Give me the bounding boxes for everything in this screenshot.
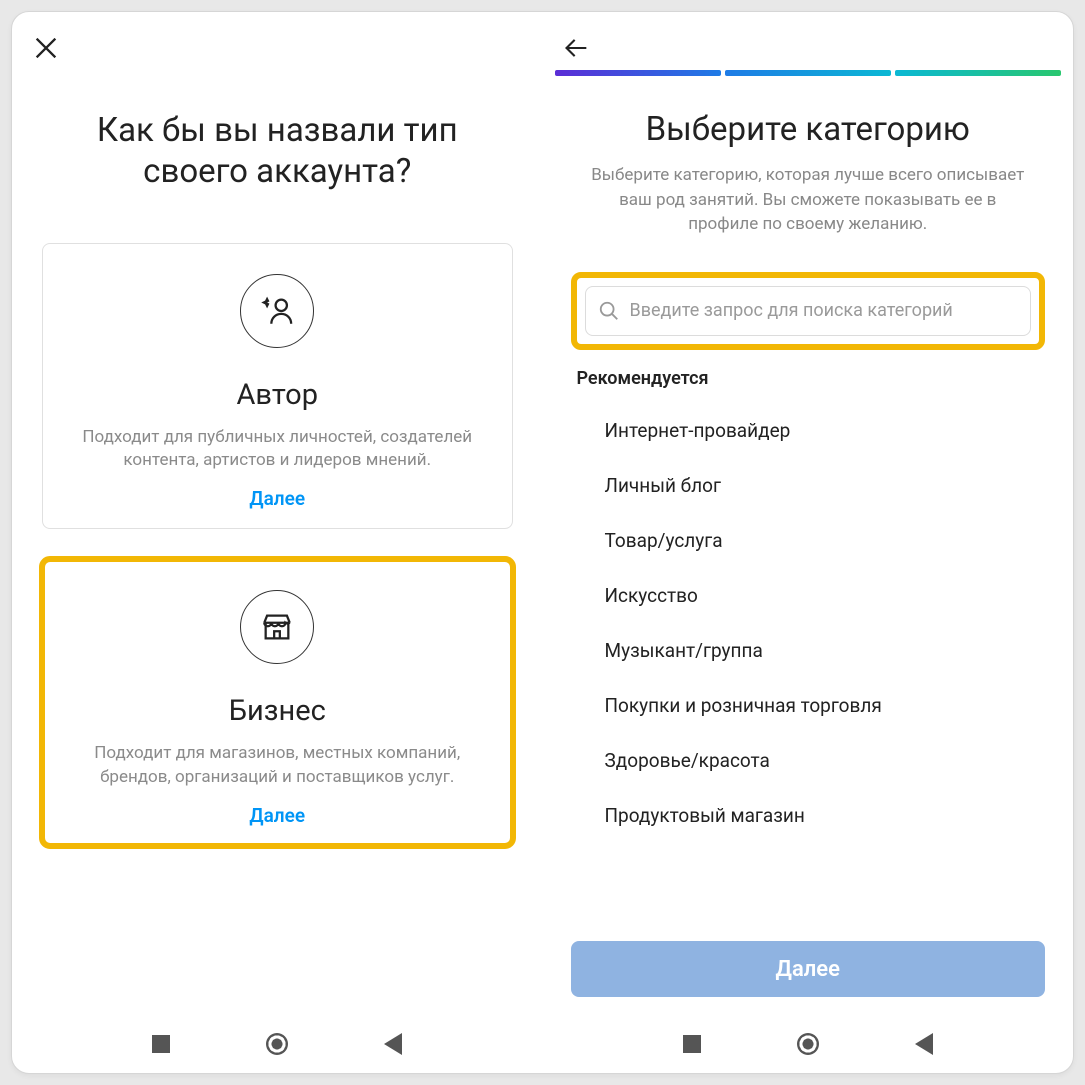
next-button-wrap: Далее (543, 935, 1074, 1015)
recent-apps-icon[interactable] (152, 1035, 170, 1053)
category-item[interactable]: Покупки и розничная торговля (561, 678, 1056, 733)
close-icon[interactable] (32, 34, 60, 66)
recommend-label: Рекомендуется (577, 368, 1040, 389)
next-button-label: Далее (776, 957, 840, 982)
back-nav-icon[interactable] (915, 1033, 933, 1055)
category-item[interactable]: Личный блог (561, 458, 1056, 513)
category-item[interactable]: Продуктовый магазин (561, 788, 1056, 843)
back-nav-icon[interactable] (384, 1033, 402, 1055)
category-select-screen: Выберите категорию Выберите категорию, к… (543, 12, 1074, 1073)
card-title: Бизнес (65, 694, 490, 728)
back-icon[interactable] (563, 34, 591, 66)
progress-seg-2 (725, 70, 891, 76)
shop-icon (240, 590, 314, 664)
category-item[interactable]: Интернет-провайдер (561, 403, 1056, 458)
android-nav-bar (12, 1015, 543, 1073)
page-title: Выберите категорию (563, 110, 1054, 149)
search-placeholder: Введите запрос для поиска категорий (630, 300, 953, 321)
android-nav-bar (543, 1015, 1074, 1073)
next-link[interactable]: Далее (65, 804, 490, 827)
home-icon[interactable] (266, 1033, 288, 1055)
search-highlight: Введите запрос для поиска категорий (571, 272, 1046, 350)
composite-screenshot: Как бы вы назвали тип своего аккаунта? А… (11, 11, 1074, 1074)
category-item[interactable]: Здоровье/красота (561, 733, 1056, 788)
account-type-screen: Как бы вы назвали тип своего аккаунта? А… (12, 12, 543, 1073)
card-desc: Подходит для магазинов, местных компаний… (65, 742, 490, 790)
category-item[interactable]: Искусство (561, 568, 1056, 623)
recent-apps-icon[interactable] (683, 1035, 701, 1053)
author-icon (240, 274, 314, 348)
progress-seg-3 (895, 70, 1061, 76)
list-fade (543, 895, 1074, 935)
progress-seg-1 (555, 70, 721, 76)
next-link[interactable]: Далее (65, 487, 490, 510)
account-type-cards: Автор Подходит для публичных личностей, … (12, 243, 543, 876)
account-type-card-author[interactable]: Автор Подходит для публичных личностей, … (42, 243, 513, 530)
next-button[interactable]: Далее (571, 941, 1046, 997)
progress-bar (555, 70, 1062, 76)
account-type-card-business[interactable]: Бизнес Подходит для магазинов, местных к… (42, 559, 513, 846)
card-title: Автор (65, 378, 490, 412)
category-list[interactable]: Интернет-провайдер Личный блог Товар/усл… (543, 403, 1074, 935)
search-input[interactable]: Введите запрос для поиска категорий (585, 286, 1032, 336)
home-icon[interactable] (797, 1033, 819, 1055)
search-icon (598, 300, 620, 322)
category-item[interactable]: Музыкант/группа (561, 623, 1056, 678)
card-desc: Подходит для публичных личностей, создат… (65, 426, 490, 474)
page-subtitle: Выберите категорию, которая лучше всего … (583, 163, 1034, 237)
top-bar (12, 30, 543, 70)
page-title: Как бы вы назвали тип своего аккаунта? (48, 110, 507, 193)
top-bar (543, 30, 1074, 70)
category-item[interactable]: Товар/услуга (561, 513, 1056, 568)
